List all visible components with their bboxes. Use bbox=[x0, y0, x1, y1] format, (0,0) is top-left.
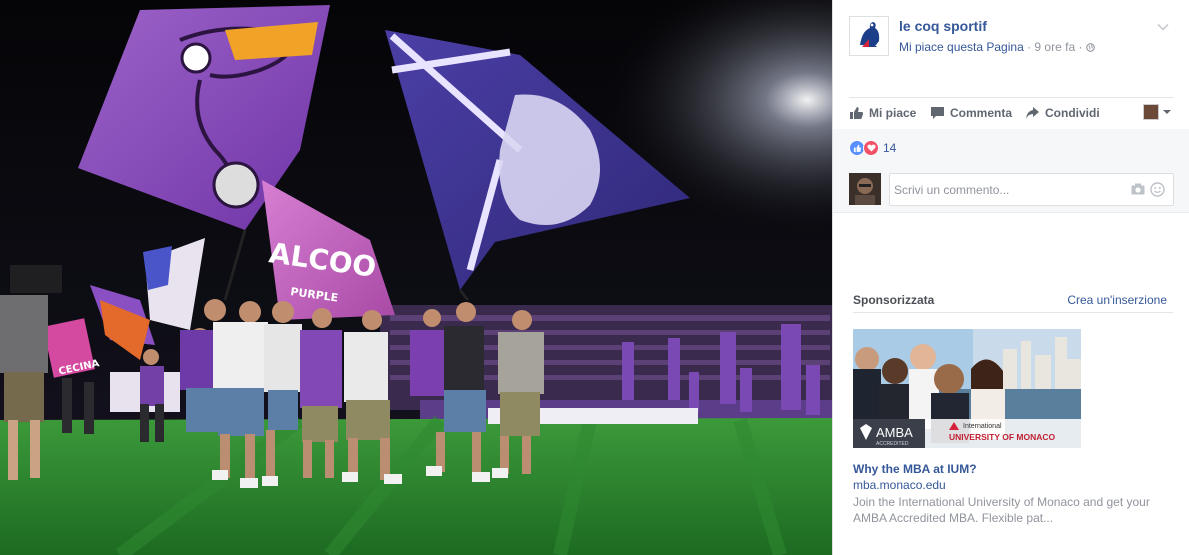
page-avatar[interactable] bbox=[849, 16, 889, 56]
like-label: Mi piace bbox=[869, 106, 917, 120]
meta-separator-2: · bbox=[1075, 40, 1086, 54]
ad-badge-left: AMBA bbox=[876, 425, 913, 440]
sponsored-header: Sponsorizzata Crea un'inserzione bbox=[853, 290, 1173, 313]
globe-icon bbox=[1085, 43, 1095, 52]
like-button[interactable]: Mi piace bbox=[849, 104, 916, 122]
thumbs-up-icon bbox=[850, 107, 864, 119]
share-label: Condividi bbox=[1045, 106, 1100, 120]
emoji-icon[interactable] bbox=[1150, 182, 1165, 197]
comment-button[interactable]: Commenta bbox=[930, 104, 1012, 122]
ad-badge-left-sub: ACCREDITED bbox=[876, 441, 909, 447]
share-button[interactable]: Condividi bbox=[1025, 104, 1100, 122]
create-ad-link[interactable]: Crea un'inserzione bbox=[1067, 293, 1167, 307]
comment-icon bbox=[931, 107, 944, 119]
post-as-selector[interactable] bbox=[1143, 104, 1172, 120]
reactions-summary[interactable]: 14 bbox=[849, 140, 896, 156]
sponsored-title: Sponsorizzata bbox=[853, 293, 935, 307]
chevron-down-icon[interactable] bbox=[1156, 20, 1170, 34]
share-icon bbox=[1026, 107, 1039, 119]
reaction-count[interactable]: 14 bbox=[883, 141, 896, 155]
stadium-photo: ALCOO PURPLE CECINA bbox=[0, 0, 832, 555]
comments-area: 14 bbox=[833, 129, 1189, 213]
rooster-logo-icon bbox=[860, 22, 880, 47]
ad-title-link[interactable]: Why the MBA at IUM? bbox=[853, 462, 977, 476]
ad-image[interactable]: AMBA ACCREDITED International UNIVERSITY… bbox=[853, 329, 1081, 448]
camera-icon[interactable] bbox=[1131, 183, 1145, 195]
comment-field[interactable] bbox=[889, 173, 1174, 206]
like-page-link[interactable]: Mi piace questa Pagina bbox=[899, 40, 1024, 54]
comment-label: Commenta bbox=[950, 106, 1013, 120]
post-time[interactable]: 9 ore fa bbox=[1034, 40, 1075, 54]
ad-description: Join the International University of Mon… bbox=[853, 495, 1150, 525]
ad-badge-right-top: International bbox=[963, 423, 1002, 430]
ad-url-link[interactable]: mba.monaco.edu bbox=[853, 478, 946, 492]
post-actions: Mi piace Commenta Condividi bbox=[849, 97, 1174, 129]
user-avatar bbox=[1143, 104, 1159, 120]
page-name-link[interactable]: le coq sportif bbox=[899, 18, 987, 34]
post-sidebar: le coq sportif Mi piace questa Pagina · … bbox=[832, 0, 1189, 555]
post-header: le coq sportif Mi piace questa Pagina · … bbox=[849, 16, 1174, 60]
post-meta: Mi piace questa Pagina · 9 ore fa · bbox=[899, 40, 1095, 54]
ad-badge-right: UNIVERSITY OF MONACO bbox=[949, 432, 1055, 442]
comment-input[interactable] bbox=[890, 174, 1120, 205]
post-photo[interactable]: ALCOO PURPLE CECINA bbox=[0, 0, 832, 555]
caret-down-icon bbox=[1163, 110, 1171, 114]
ad-image-graphic: AMBA ACCREDITED International UNIVERSITY… bbox=[853, 329, 1081, 448]
commenter-avatar bbox=[849, 173, 881, 205]
love-reaction-icon bbox=[863, 140, 879, 156]
meta-separator: · bbox=[1023, 40, 1035, 54]
